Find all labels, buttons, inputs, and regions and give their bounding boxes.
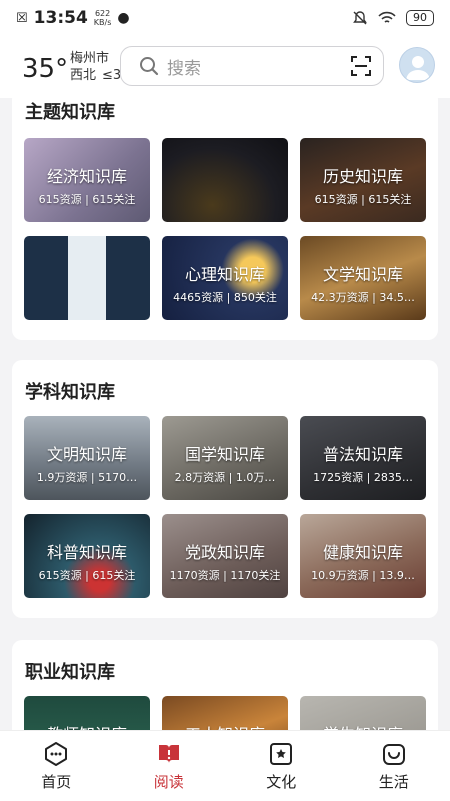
- avatar[interactable]: [399, 47, 435, 83]
- mute-icon: [352, 10, 368, 26]
- kb-tile-sinology[interactable]: 国学知识库 2.8万资源 | 1.0万…: [162, 416, 288, 500]
- kb-tile-history[interactable]: 历史知识库 615资源 | 615关注: [300, 138, 426, 222]
- section-theme: 主题知识库 经济知识库 615资源 | 615关注 历史知识库 615资源 | …: [12, 98, 438, 340]
- app-status-icon: ●: [117, 10, 129, 26]
- kb-tile-blank-2[interactable]: [24, 236, 150, 320]
- weather-location[interactable]: 梅州市 西北 ≤3: [70, 50, 121, 84]
- book-icon: [156, 741, 182, 767]
- kb-tile-literature[interactable]: 文学知识库 42.3万资源 | 34.5…: [300, 236, 426, 320]
- section-subject: 学科知识库 文明知识库 1.9万资源 | 5170… 国学知识库 2.8万资源 …: [12, 360, 438, 618]
- section-career: 职业知识库 教师知识库 工人知识库 学生知识库: [12, 640, 438, 730]
- kb-tile-law[interactable]: 普法知识库 1725资源 | 2835…: [300, 416, 426, 500]
- status-bar: ☒ 13:54 622 KB/s ● 90: [0, 0, 450, 36]
- nav-item-home[interactable]: 首页: [0, 731, 113, 801]
- home-icon: [43, 741, 69, 767]
- kb-tile-student[interactable]: 学生知识库: [300, 696, 426, 730]
- kb-tile-blank-1[interactable]: [162, 138, 288, 222]
- section-title: 主题知识库: [25, 98, 115, 124]
- weather-aqi: ≤3: [102, 68, 121, 83]
- nav-item-culture[interactable]: 文化: [225, 731, 338, 801]
- bottom-nav: 首页 阅读 文化 生活: [0, 730, 450, 801]
- scan-icon[interactable]: [351, 56, 371, 76]
- nav-item-life[interactable]: 生活: [338, 731, 450, 801]
- kb-tile-science[interactable]: 科普知识库 615资源 | 615关注: [24, 514, 150, 598]
- user-icon: [400, 48, 435, 83]
- header: 35° 梅州市 西北 ≤3 搜索: [0, 36, 450, 98]
- search-icon: [139, 56, 159, 76]
- weather-wind: 西北: [70, 68, 96, 83]
- weather-city: 梅州市: [70, 50, 121, 67]
- kb-tile-party[interactable]: 党政知识库 1170资源 | 1170关注: [162, 514, 288, 598]
- life-icon: [381, 741, 407, 767]
- section-title: 学科知识库: [25, 378, 115, 404]
- clock: 13:54: [34, 8, 88, 28]
- nav-item-read[interactable]: 阅读: [113, 731, 226, 801]
- kb-tile-teacher[interactable]: 教师知识库: [24, 696, 150, 730]
- weather-temperature[interactable]: 35°: [22, 54, 68, 84]
- kb-tile-economy[interactable]: 经济知识库 615资源 | 615关注: [24, 138, 150, 222]
- culture-icon: [268, 741, 294, 767]
- main-content[interactable]: 主题知识库 经济知识库 615资源 | 615关注 历史知识库 615资源 | …: [0, 98, 450, 730]
- search-placeholder: 搜索: [167, 54, 201, 79]
- network-speed: 622 KB/s: [94, 9, 112, 27]
- notification-icon: ☒: [16, 11, 28, 26]
- section-title: 职业知识库: [25, 658, 115, 684]
- kb-tile-health[interactable]: 健康知识库 10.9万资源 | 13.9…: [300, 514, 426, 598]
- kb-tile-psychology[interactable]: 心理知识库 4465资源 | 850关注: [162, 236, 288, 320]
- kb-tile-civilization[interactable]: 文明知识库 1.9万资源 | 5170…: [24, 416, 150, 500]
- kb-tile-worker[interactable]: 工人知识库: [162, 696, 288, 730]
- wifi-icon: [378, 11, 396, 25]
- search-bar[interactable]: 搜索: [120, 46, 384, 86]
- battery-indicator: 90: [406, 10, 434, 26]
